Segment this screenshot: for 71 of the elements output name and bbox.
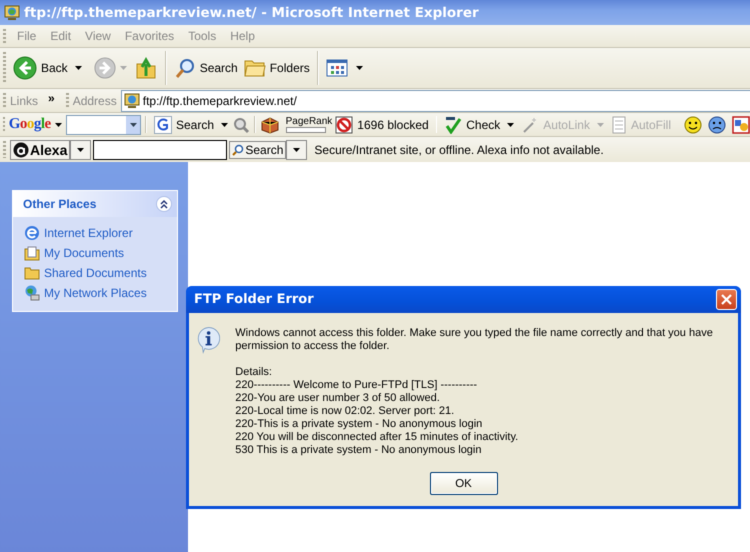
dialog-title: FTP Folder Error [194, 292, 314, 307]
menu-item[interactable]: Help [223, 27, 262, 45]
caret-icon[interactable] [293, 148, 300, 152]
dropdown-button[interactable] [286, 140, 308, 160]
globe-computer-icon [24, 285, 40, 301]
search-icon [174, 57, 196, 79]
sidebar-link[interactable]: Internet Explorer [44, 226, 133, 240]
alexa-search-button[interactable]: Search [229, 140, 286, 158]
collapse-button[interactable] [156, 196, 172, 212]
menu-item[interactable]: Edit [43, 27, 78, 45]
back-button[interactable]: Back [10, 54, 71, 82]
caret-icon[interactable] [221, 122, 228, 126]
pagerank-meter: PageRank [286, 116, 332, 133]
caret-icon[interactable] [77, 148, 84, 152]
menu-item[interactable]: File [10, 27, 44, 45]
form-icon [610, 116, 627, 134]
folder-up-icon[interactable] [134, 56, 157, 80]
detail-line: 220 You will be disconnected after 15 minutes of inactivity. [235, 431, 520, 444]
alexa-logo[interactable]: Alexa [10, 140, 70, 160]
close-icon [721, 294, 732, 305]
search-button[interactable]: Search [170, 55, 241, 81]
detail-line: Details: [235, 366, 273, 379]
search-input-field[interactable] [66, 114, 142, 134]
window-title: ftp://ftp.themeparkreview.net/ - Microsoft Internet Explorer [24, 4, 479, 20]
menu-item[interactable]: View [78, 27, 118, 45]
links-label[interactable]: Links [10, 94, 38, 108]
computer-globe-icon [124, 92, 140, 108]
caret-icon[interactable] [74, 66, 82, 70]
e-globe-icon [24, 225, 40, 241]
folder-icon [24, 265, 40, 281]
menu-item[interactable]: Tools [181, 27, 224, 45]
detail-line: 220-Local time is now 02:02. Server port: 21. [235, 405, 456, 418]
google-logo[interactable]: Google [8, 116, 51, 133]
sidebar-link[interactable]: Shared Documents [44, 266, 147, 280]
caret-icon[interactable] [54, 122, 62, 126]
frown-icon[interactable] [708, 116, 726, 134]
caret-icon[interactable] [130, 122, 137, 126]
caret-icon[interactable] [356, 66, 363, 70]
smiley-icon[interactable] [684, 116, 702, 134]
chevron-button[interactable]: » [48, 90, 55, 104]
spellcheck-icon [444, 116, 462, 134]
colorful-cube-icon[interactable] [260, 116, 280, 134]
menu-item[interactable]: Favorites [118, 27, 182, 45]
error-message: Windows cannot access this folder. Make sure you typed the file name correctly and that you have permission to access the folder. [235, 327, 714, 353]
letter-g-icon [154, 116, 172, 134]
google-search-button[interactable]: Search [151, 114, 218, 136]
alexa-status-text: Secure/Intranet site, or offline. Alexa info not available. [314, 142, 604, 156]
document-folder-icon [24, 245, 40, 261]
double-chevron-icon[interactable] [159, 199, 169, 209]
detail-line: 220---------- Welcome to Pure-FTPd [TLS] ---------- [235, 379, 478, 392]
dropdown-button[interactable] [70, 140, 92, 160]
close-button[interactable] [716, 289, 737, 310]
blocked-window-icon [335, 116, 354, 134]
detail-line: 530 This is a private system - No anonymous login [235, 444, 482, 457]
popup-blocker-button[interactable]: 1696 blocked [332, 114, 432, 136]
ok-button[interactable]: OK [430, 472, 498, 495]
search-icon [232, 144, 244, 156]
sidebar-link[interactable]: My Network Places [44, 286, 147, 300]
image-icon[interactable] [732, 116, 750, 134]
computer-globe-icon [4, 4, 20, 20]
alexa-search-field[interactable] [93, 140, 228, 160]
folders-button[interactable]: Folders [240, 56, 313, 80]
address-label: Address [72, 94, 117, 108]
detail-line: 220-This is a private system - No anonymous login [235, 418, 484, 431]
toolbar-button[interactable]: Check [441, 114, 504, 136]
folder-icon [244, 58, 266, 78]
detail-line: 220-You are user number 3 of 50 allowed. [235, 392, 441, 405]
address-field[interactable]: ftp://ftp.themeparkreview.net/ [120, 90, 750, 112]
grid-view-icon [326, 59, 348, 77]
caret-icon[interactable] [507, 122, 514, 126]
sidebar-link[interactable]: My Documents [44, 246, 124, 260]
